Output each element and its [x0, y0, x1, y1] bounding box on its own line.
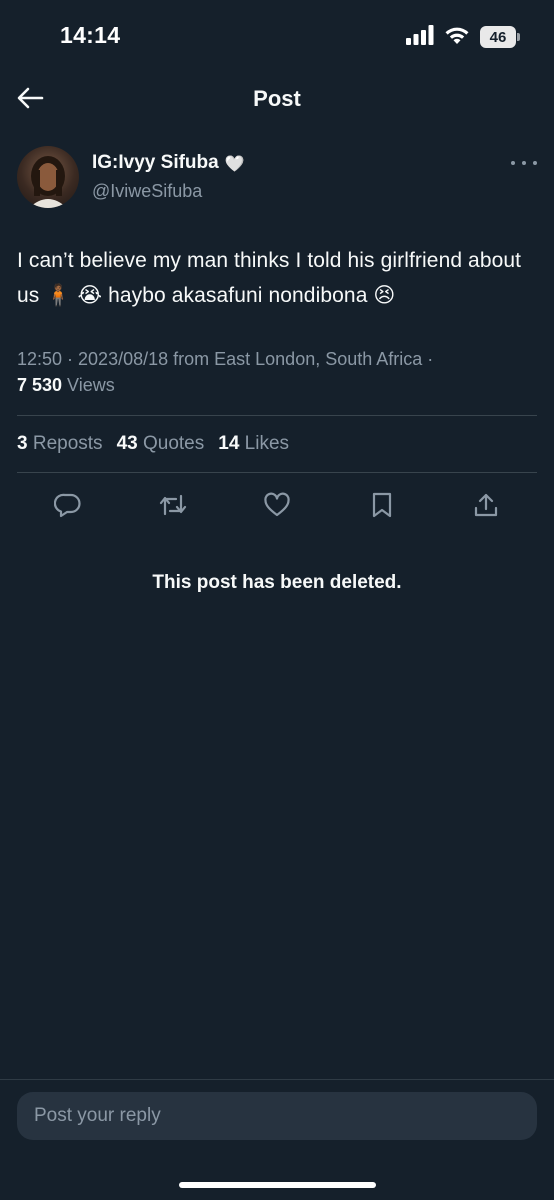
quotes-stat[interactable]: 43 Quotes [117, 433, 205, 455]
deleted-post-notice: This post has been deleted. [152, 572, 402, 593]
bookmark-button[interactable] [366, 489, 398, 521]
avatar[interactable] [17, 146, 79, 208]
more-dot [522, 161, 526, 165]
share-icon [474, 493, 498, 517]
views-count: 7 530 [17, 375, 63, 395]
author-row: IG:Ivyy Sifuba 🤍 @IviweSifuba [17, 140, 537, 212]
person-standing-emoji: 🧍🏾 [45, 283, 72, 307]
battery-level: 46 [489, 28, 507, 46]
status-icons: 46 [406, 24, 520, 50]
reply-placeholder: Post your reply [34, 1105, 161, 1126]
nav-bar: Post [0, 72, 554, 124]
post-meta: 12:50 · 2023/08/18 from East London, Sou… [17, 346, 537, 398]
post-timestamp-location[interactable]: 12:50 · 2023/08/18 from East London, Sou… [17, 346, 537, 372]
author-name-wrap[interactable]: IG:Ivyy Sifuba 🤍 [92, 152, 245, 174]
home-indicator [179, 1182, 376, 1188]
status-time: 14:14 [60, 22, 121, 48]
wifi-icon [444, 25, 470, 50]
likes-count: 14 [218, 433, 240, 454]
status-bar: 14:14 46 [0, 0, 554, 72]
post-stats: 3 Reposts 43 Quotes 14 Likes [17, 416, 537, 472]
crying-face-emoji: 😭 [77, 283, 103, 307]
likes-label: Likes [244, 433, 290, 454]
post-text-part2: haybo akasafuni nondibona [102, 284, 374, 307]
reply-button[interactable] [52, 489, 84, 521]
reposts-stat[interactable]: 3 Reposts [17, 433, 103, 455]
more-dot [533, 161, 537, 165]
author-handle[interactable]: @IviweSifuba [92, 181, 202, 202]
post-actions [17, 473, 537, 537]
repost-icon [159, 494, 186, 516]
like-icon [264, 492, 290, 517]
white-heart-icon: 🤍 [224, 153, 245, 173]
repost-button[interactable] [157, 489, 189, 521]
reposts-count: 3 [17, 433, 28, 454]
reply-icon [54, 493, 81, 518]
quotes-count: 43 [116, 433, 138, 454]
battery-icon: 46 [480, 26, 520, 48]
quotes-label: Quotes [142, 433, 205, 454]
views-label: Views [62, 375, 115, 395]
like-button[interactable] [261, 489, 293, 521]
reply-input[interactable]: Post your reply [17, 1092, 537, 1140]
post-text: I can’t believe my man thinks I told his… [17, 244, 537, 313]
author-name[interactable]: IG:Ivyy Sifuba [92, 152, 219, 174]
more-dot [511, 161, 515, 165]
signal-icon [406, 24, 434, 50]
share-button[interactable] [470, 489, 502, 521]
persevering-face-emoji: 😣 [373, 283, 396, 307]
reposts-label: Reposts [32, 433, 103, 454]
post: IG:Ivyy Sifuba 🤍 @IviweSifuba I can’t be… [17, 140, 537, 537]
page-title: Post [253, 86, 301, 111]
more-options-button[interactable] [511, 156, 537, 170]
reply-area: Post your reply [0, 1079, 554, 1200]
views-line: 7 530 Views [17, 372, 537, 398]
likes-stat[interactable]: 14 Likes [218, 433, 289, 455]
bookmark-icon [372, 492, 391, 518]
